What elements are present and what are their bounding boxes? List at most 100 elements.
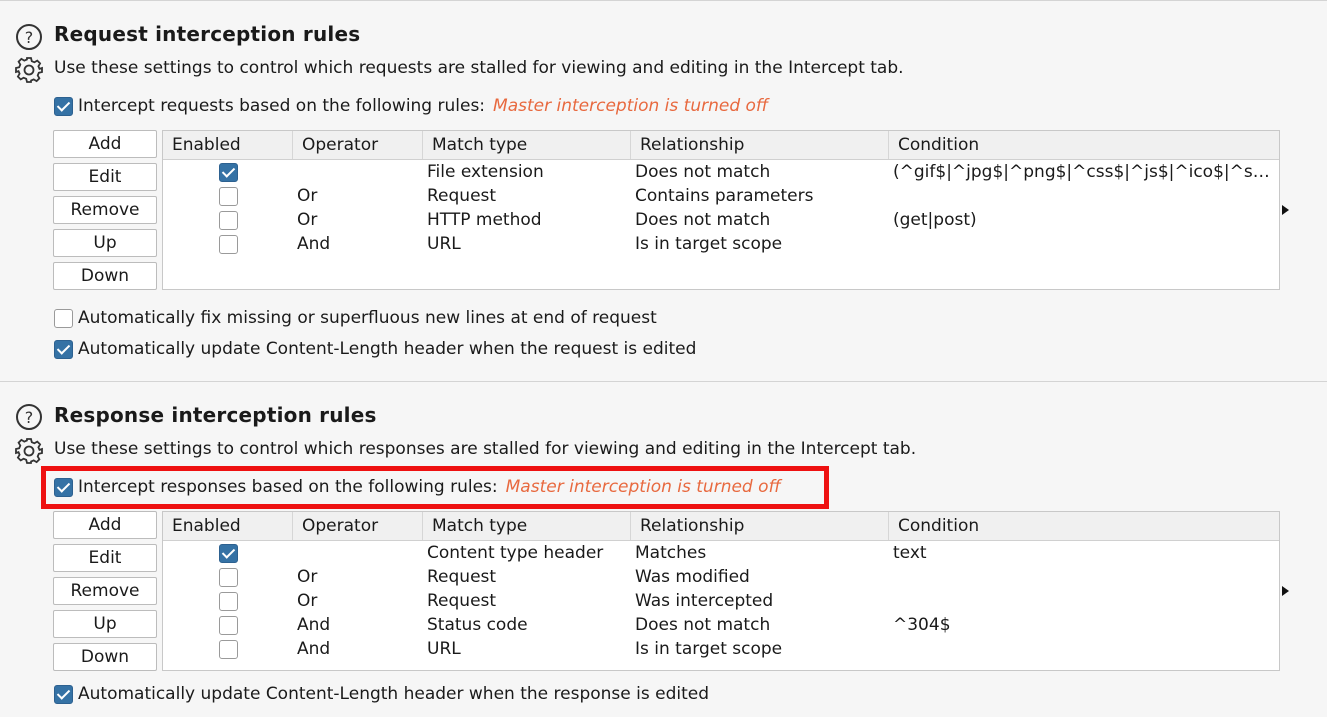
section-title: Request interception rules: [54, 22, 361, 46]
remove-button[interactable]: Remove: [53, 577, 157, 605]
match-type-cell: Request: [427, 591, 497, 611]
relationship-cell: Does not match: [635, 162, 771, 182]
request-rule-buttons: Add Edit Remove Up Down: [53, 130, 157, 295]
help-icon[interactable]: ?: [14, 402, 44, 432]
section-title: Response interception rules: [54, 403, 377, 427]
down-button[interactable]: Down: [53, 262, 157, 290]
operator-cell: [293, 541, 423, 565]
column-header-match-type[interactable]: Match type: [423, 131, 631, 159]
request-rules-table[interactable]: Enabled Operator Match type Relationship…: [162, 130, 1280, 290]
enabled-cell: [163, 232, 293, 256]
enabled-checkbox[interactable]: [218, 234, 238, 254]
remove-button[interactable]: Remove: [53, 196, 157, 224]
operator-cell: Or: [297, 210, 318, 230]
add-button[interactable]: Add: [53, 511, 157, 539]
enabled-checkbox[interactable]: [218, 591, 238, 611]
relationship-cell: Matches: [635, 543, 707, 563]
response-rules-table[interactable]: Enabled Operator Match type Relationship…: [162, 511, 1280, 671]
table-row[interactable]: Content type header Matches text: [163, 541, 1279, 565]
relationship-cell: Is in target scope: [635, 639, 783, 659]
condition-cell: [889, 565, 1279, 589]
section-description: Use these settings to control which requ…: [54, 58, 904, 78]
table-row[interactable]: Or Request Was intercepted: [163, 589, 1279, 613]
update-content-length-label: Automatically update Content-Length head…: [78, 339, 697, 359]
intercept-responses-checkbox[interactable]: [54, 477, 73, 497]
enabled-cell: [163, 208, 293, 232]
scroll-right-arrow-icon[interactable]: [1282, 586, 1289, 596]
table-row[interactable]: File extension Does not match (^gif$|^jpg$…: [163, 160, 1279, 184]
condition-cell: [889, 232, 1279, 256]
svg-text:?: ?: [25, 408, 34, 427]
condition-cell: (^gif$|^jpg$|^png$|^css$|^js$|^ico$|^svg…: [893, 162, 1279, 182]
enabled-checkbox[interactable]: [218, 210, 238, 230]
column-header-enabled[interactable]: Enabled: [163, 131, 293, 159]
enabled-checkbox[interactable]: [218, 186, 238, 206]
column-header-operator[interactable]: Operator: [293, 131, 423, 159]
table-row[interactable]: And Status code Does not match ^304$: [163, 613, 1279, 637]
column-header-relationship[interactable]: Relationship: [631, 512, 889, 540]
down-button[interactable]: Down: [53, 643, 157, 671]
response-rule-buttons: Add Edit Remove Up Down: [53, 511, 157, 676]
table-row[interactable]: Or HTTP method Does not match (get|post): [163, 208, 1279, 232]
master-interception-note: Master interception is turned off: [493, 96, 769, 116]
match-type-cell: URL: [427, 639, 461, 659]
intercept-responses-option: Intercept responses based on the followi…: [54, 477, 781, 497]
enabled-cell: [163, 541, 293, 565]
column-header-operator[interactable]: Operator: [293, 512, 423, 540]
enabled-checkbox[interactable]: [218, 615, 238, 635]
column-header-relationship[interactable]: Relationship: [631, 131, 889, 159]
column-header-enabled[interactable]: Enabled: [163, 512, 293, 540]
operator-cell: Or: [297, 567, 318, 587]
operator-cell: Or: [297, 591, 318, 611]
enabled-checkbox[interactable]: [218, 567, 238, 587]
enabled-cell: [163, 565, 293, 589]
update-content-length-option: Automatically update Content-Length head…: [54, 684, 709, 704]
table-row[interactable]: Or Request Contains parameters: [163, 184, 1279, 208]
edit-button[interactable]: Edit: [53, 544, 157, 572]
request-interception-section: ? Request interception rules Use these s…: [0, 0, 1327, 381]
column-header-match-type[interactable]: Match type: [423, 512, 631, 540]
condition-cell: (get|post): [893, 210, 977, 230]
table-body: File extension Does not match (^gif$|^jpg$…: [163, 160, 1279, 256]
table-row[interactable]: And URL Is in target scope: [163, 232, 1279, 256]
gear-icon[interactable]: [14, 436, 44, 466]
relationship-cell: Was modified: [635, 567, 750, 587]
fix-newlines-checkbox[interactable]: [54, 308, 73, 328]
intercept-responses-label: Intercept responses based on the followi…: [78, 477, 498, 497]
enabled-cell: [163, 637, 293, 661]
edit-button[interactable]: Edit: [53, 163, 157, 191]
table-body: Content type header Matches text Or Request W…: [163, 541, 1279, 661]
operator-cell: And: [297, 639, 331, 659]
condition-cell: ^304$: [893, 615, 951, 635]
table-row[interactable]: And URL Is in target scope: [163, 637, 1279, 661]
table-header: Enabled Operator Match type Relationship…: [163, 131, 1279, 160]
table-row[interactable]: Or Request Was modified: [163, 565, 1279, 589]
enabled-cell: [163, 184, 293, 208]
relationship-cell: Does not match: [635, 615, 771, 635]
fix-newlines-option: Automatically fix missing or superfluous…: [54, 308, 657, 328]
column-header-condition[interactable]: Condition: [889, 131, 1279, 159]
condition-cell: text: [893, 543, 927, 563]
update-content-length-label: Automatically update Content-Length head…: [78, 684, 710, 704]
enabled-checkbox[interactable]: [218, 162, 238, 182]
intercept-requests-checkbox[interactable]: [54, 96, 73, 116]
up-button[interactable]: Up: [53, 610, 157, 638]
fix-newlines-label: Automatically fix missing or superfluous…: [78, 308, 657, 328]
up-button[interactable]: Up: [53, 229, 157, 257]
enabled-checkbox[interactable]: [218, 639, 238, 659]
match-type-cell: HTTP method: [427, 210, 542, 230]
column-header-condition[interactable]: Condition: [889, 512, 1279, 540]
intercept-requests-option: Intercept requests based on the followin…: [54, 96, 768, 116]
update-content-length-checkbox[interactable]: [54, 684, 73, 704]
condition-cell: [889, 637, 1279, 661]
operator-cell: [293, 160, 423, 184]
enabled-checkbox[interactable]: [218, 543, 238, 563]
match-type-cell: URL: [427, 234, 461, 254]
gear-icon[interactable]: [14, 55, 44, 85]
scroll-right-arrow-icon[interactable]: [1282, 205, 1289, 215]
match-type-cell: Request: [427, 567, 497, 587]
add-button[interactable]: Add: [53, 130, 157, 158]
update-content-length-checkbox[interactable]: [54, 339, 73, 359]
help-icon[interactable]: ?: [14, 22, 44, 52]
section-description: Use these settings to control which resp…: [54, 439, 917, 459]
